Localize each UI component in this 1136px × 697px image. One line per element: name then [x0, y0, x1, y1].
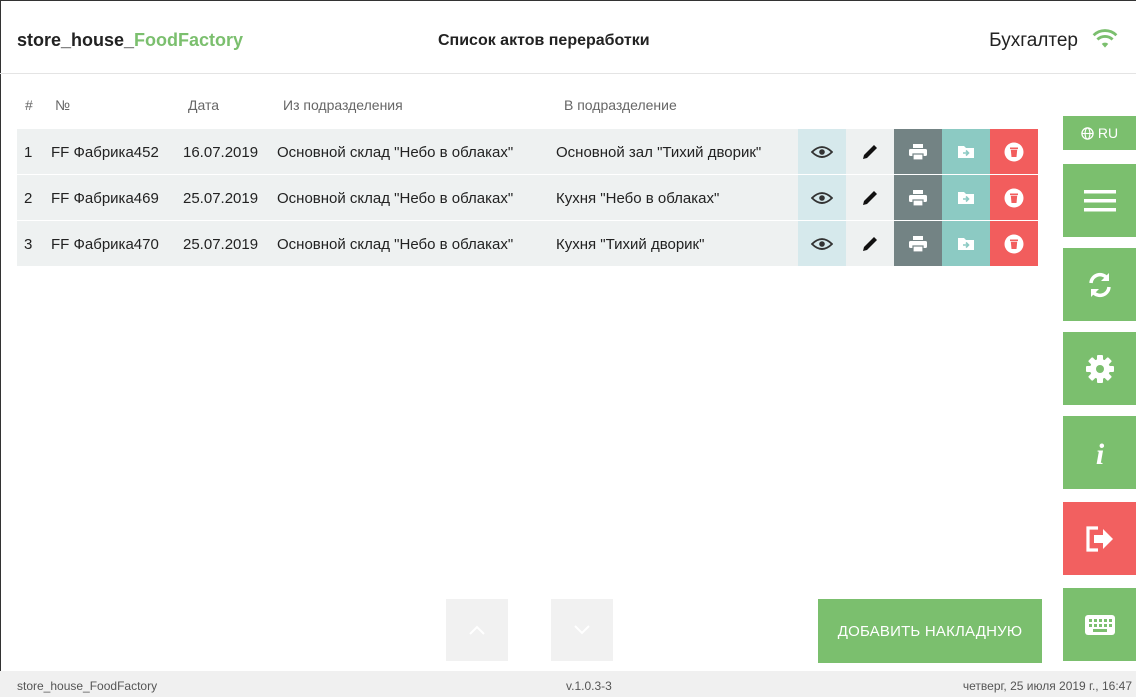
delete-button[interactable]: [990, 129, 1038, 174]
row-index: 1: [24, 144, 33, 161]
row-to: Кухня "Тихий дворик": [556, 236, 705, 253]
print-button[interactable]: [894, 175, 942, 220]
add-invoice-button[interactable]: ДОБАВИТЬ НАКЛАДНУЮ: [818, 599, 1042, 663]
logout-icon: [1085, 525, 1113, 552]
row-date: 25.07.2019: [183, 190, 259, 207]
footer-datetime: четверг, 25 июля 2019 г., 16:47: [962, 679, 1132, 693]
printer-icon: [909, 189, 927, 207]
chevron-down-icon: [574, 625, 590, 635]
trash-icon: [1004, 188, 1024, 207]
table-row[interactable]: 3 FF Фабрика470 25.07.2019 Основной скла…: [17, 221, 1038, 267]
col-number: №: [55, 97, 71, 113]
move-button[interactable]: [942, 221, 990, 266]
col-index: #: [25, 97, 33, 113]
pencil-icon: [863, 190, 877, 205]
page-title: Список актов переработки: [438, 32, 650, 49]
move-button[interactable]: [942, 129, 990, 174]
trash-icon: [1004, 234, 1024, 253]
brand-accent: FoodFactory: [134, 30, 244, 50]
header: store_house_FoodFactory Список актов пер…: [0, 0, 1136, 74]
chevron-up-icon: [469, 625, 485, 635]
edit-button[interactable]: [846, 221, 894, 266]
brand-prefix: store_house_: [17, 30, 135, 50]
sync-icon: [1088, 272, 1111, 297]
logout-button[interactable]: [1063, 502, 1136, 575]
table-body: 1 FF Фабрика452 16.07.2019 Основной скла…: [17, 129, 1038, 267]
svg-text:i: i: [1095, 438, 1104, 469]
edit-button[interactable]: [846, 129, 894, 174]
folder-move-icon: [958, 238, 974, 250]
info-button[interactable]: i: [1063, 416, 1136, 489]
printer-icon: [909, 143, 927, 161]
row-number: FF Фабрика469: [51, 190, 159, 207]
col-date: Дата: [188, 97, 220, 113]
language-label: RU: [1097, 125, 1119, 141]
col-from: Из подразделения: [283, 97, 403, 113]
gear-icon: [1085, 354, 1114, 383]
page-down-button[interactable]: [551, 599, 613, 661]
eye-icon: [811, 191, 833, 204]
globe-icon: [1081, 126, 1094, 140]
col-to: В подразделение: [564, 97, 677, 113]
row-from: Основной склад "Небо в облаках": [277, 144, 514, 161]
print-button[interactable]: [894, 129, 942, 174]
pencil-icon: [863, 236, 877, 251]
language-button[interactable]: RU: [1063, 116, 1136, 150]
view-button[interactable]: [798, 221, 846, 266]
brand-logo: store_house_FoodFactory: [17, 30, 243, 51]
row-date: 16.07.2019: [183, 144, 259, 161]
user-role[interactable]: Бухгалтер: [989, 30, 1078, 52]
row-from: Основной склад "Небо в облаках": [277, 236, 514, 253]
row-index: 2: [24, 190, 33, 207]
folder-move-icon: [958, 146, 974, 158]
edit-button[interactable]: [846, 175, 894, 220]
sync-button[interactable]: [1063, 248, 1136, 321]
row-index: 3: [24, 236, 33, 253]
view-button[interactable]: [798, 129, 846, 174]
settings-button[interactable]: [1063, 332, 1136, 405]
footer-app-name: store_house_FoodFactory: [17, 679, 158, 693]
delete-button[interactable]: [990, 175, 1038, 220]
status-bar: store_house_FoodFactory v.1.0.3-3 четвер…: [0, 671, 1136, 697]
wifi-icon: [1092, 29, 1118, 48]
pencil-icon: [863, 144, 877, 159]
view-button[interactable]: [798, 175, 846, 220]
folder-move-icon: [958, 192, 974, 204]
keyboard-icon: [1084, 614, 1115, 635]
move-button[interactable]: [942, 175, 990, 220]
keyboard-button[interactable]: [1063, 588, 1136, 661]
menu-button[interactable]: [1063, 164, 1136, 237]
row-number: FF Фабрика452: [51, 144, 159, 161]
row-to: Кухня "Небо в облаках": [556, 190, 720, 207]
delete-button[interactable]: [990, 221, 1038, 266]
table-row[interactable]: 1 FF Фабрика452 16.07.2019 Основной скла…: [17, 129, 1038, 175]
eye-icon: [811, 145, 833, 158]
info-icon: i: [1095, 438, 1104, 469]
eye-icon: [811, 237, 833, 250]
table-row[interactable]: 2 FF Фабрика469 25.07.2019 Основной скла…: [17, 175, 1038, 221]
trash-icon: [1004, 142, 1024, 161]
row-number: FF Фабрика470: [51, 236, 159, 253]
page-up-button[interactable]: [446, 599, 508, 661]
printer-icon: [909, 235, 927, 253]
row-from: Основной склад "Небо в облаках": [277, 190, 514, 207]
print-button[interactable]: [894, 221, 942, 266]
row-date: 25.07.2019: [183, 236, 259, 253]
footer-version: v.1.0.3-3: [566, 679, 612, 693]
row-to: Основной зал "Тихий дворик": [556, 144, 762, 161]
menu-icon: [1083, 189, 1116, 211]
